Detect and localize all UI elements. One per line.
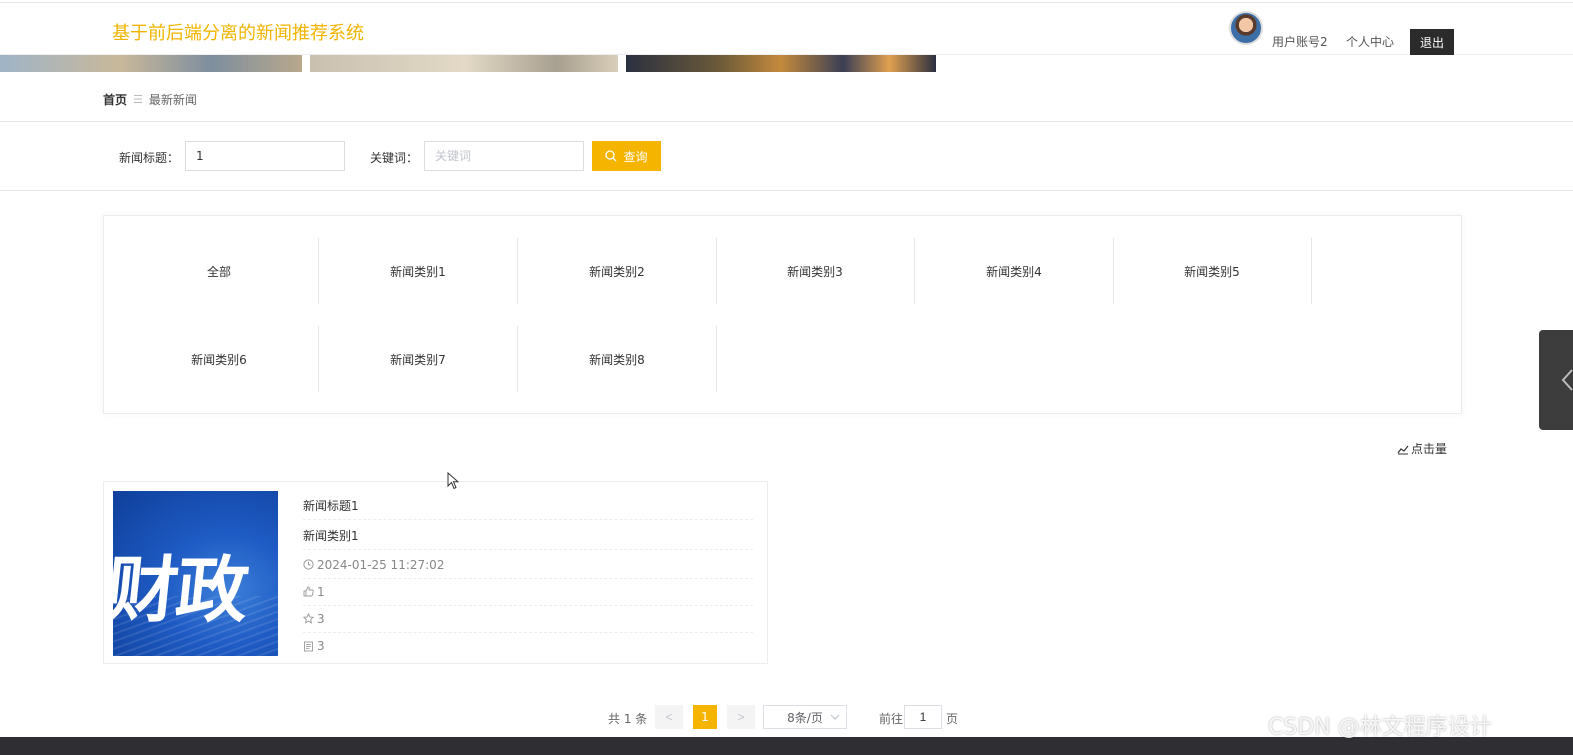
category-item[interactable]: 新闻类别8 (518, 326, 717, 392)
page-size-value: 8条/页 (787, 710, 823, 725)
news-clicks-count: 3 (317, 639, 325, 653)
news-time-text: 2024-01-25 11:27:02 (317, 557, 445, 572)
goto-label: 前往 (879, 712, 904, 726)
clock-icon (303, 559, 314, 570)
page-number-current[interactable]: 1 (693, 705, 717, 729)
thumbnail-text: 财政 (113, 548, 251, 632)
category-item[interactable]: 新闻类别4 (915, 238, 1114, 304)
news-clicks: 3 (303, 632, 753, 660)
news-thumbnail[interactable]: 财政 (113, 491, 278, 656)
goto-unit: 页 (946, 712, 959, 726)
watermark: CSDN @林文程序设计 (1268, 715, 1492, 740)
mouse-cursor-icon (447, 472, 459, 490)
sort-label: 点击量 (1411, 442, 1448, 456)
goto-page-input[interactable] (904, 705, 942, 729)
chart-icon (1397, 445, 1409, 454)
category-item[interactable]: 新闻类别6 (120, 326, 319, 392)
category-item[interactable]: 新闻类别1 (319, 238, 518, 304)
side-collapse-tab[interactable] (1539, 330, 1573, 430)
breadcrumb-home[interactable]: 首页 (103, 91, 127, 108)
keyword-search-label: 关键词： (370, 151, 419, 165)
breadcrumb-separator-icon: ☰ (133, 93, 143, 106)
category-item[interactable]: 新闻类别5 (1113, 238, 1312, 304)
query-button[interactable]: 查询 (592, 141, 661, 171)
page: 基于前后端分离的新闻推荐系统 用户账号2 个人中心 退出 首页 ☰ 最新新闻 新… (0, 0, 1573, 755)
news-title-text: 新闻标题1 (303, 499, 359, 513)
breadcrumb-current: 最新新闻 (148, 93, 197, 107)
category-item[interactable]: 新闻类别7 (319, 326, 518, 392)
thumbs-up-icon (303, 586, 314, 597)
breadcrumb: 首页 ☰ 最新新闻 (103, 91, 197, 108)
logout-button[interactable]: 退出 (1410, 29, 1454, 55)
news-card[interactable]: 财政 新闻标题1 新闻类别1 2024-01-25 11:27:02 1 3 3 (103, 481, 768, 664)
search-icon (605, 150, 617, 162)
user-account-name: 用户账号2 (1272, 35, 1328, 49)
document-icon (304, 641, 313, 651)
title-search-label: 新闻标题： (119, 151, 180, 165)
prev-page-button[interactable]: < (655, 705, 683, 729)
top-header: 基于前后端分离的新闻推荐系统 用户账号2 个人中心 退出 (0, 2, 1573, 55)
user-center-link[interactable]: 个人中心 (1346, 33, 1394, 50)
title-search-input[interactable] (185, 141, 345, 171)
category-all[interactable]: 全部 (120, 238, 319, 304)
search-bar: 新闻标题： 关键词： 查询 (0, 121, 1573, 191)
news-category-text: 新闻类别1 (303, 529, 359, 543)
news-likes: 1 (303, 578, 753, 606)
chevron-left-icon (1561, 369, 1573, 391)
chevron-down-icon (830, 714, 840, 720)
category-item[interactable]: 新闻类别3 (716, 238, 915, 304)
pagination-total: 共 1 条 (608, 712, 648, 726)
next-page-button[interactable]: > (727, 705, 755, 729)
category-panel: 全部 新闻类别1 新闻类别2 新闻类别3 新闻类别4 新闻类别5 新闻类别6 新… (103, 215, 1462, 414)
keyword-search-input[interactable] (424, 141, 584, 171)
news-title: 新闻标题1 (303, 492, 753, 520)
sort-by-clicks[interactable]: 点击量 (1397, 440, 1447, 457)
user-avatar[interactable] (1229, 11, 1263, 45)
category-item[interactable]: 新闻类别2 (518, 238, 717, 304)
site-title[interactable]: 基于前后端分离的新闻推荐系统 (112, 19, 364, 45)
news-favorites: 3 (303, 605, 753, 633)
page-size-select[interactable]: 8条/页 (763, 705, 847, 729)
news-category: 新闻类别1 (303, 522, 753, 550)
news-likes-count: 1 (317, 584, 325, 599)
star-icon (303, 613, 314, 624)
news-favorites-count: 3 (317, 611, 325, 626)
query-button-label: 查询 (623, 149, 648, 164)
news-time: 2024-01-25 11:27:02 (303, 551, 753, 579)
